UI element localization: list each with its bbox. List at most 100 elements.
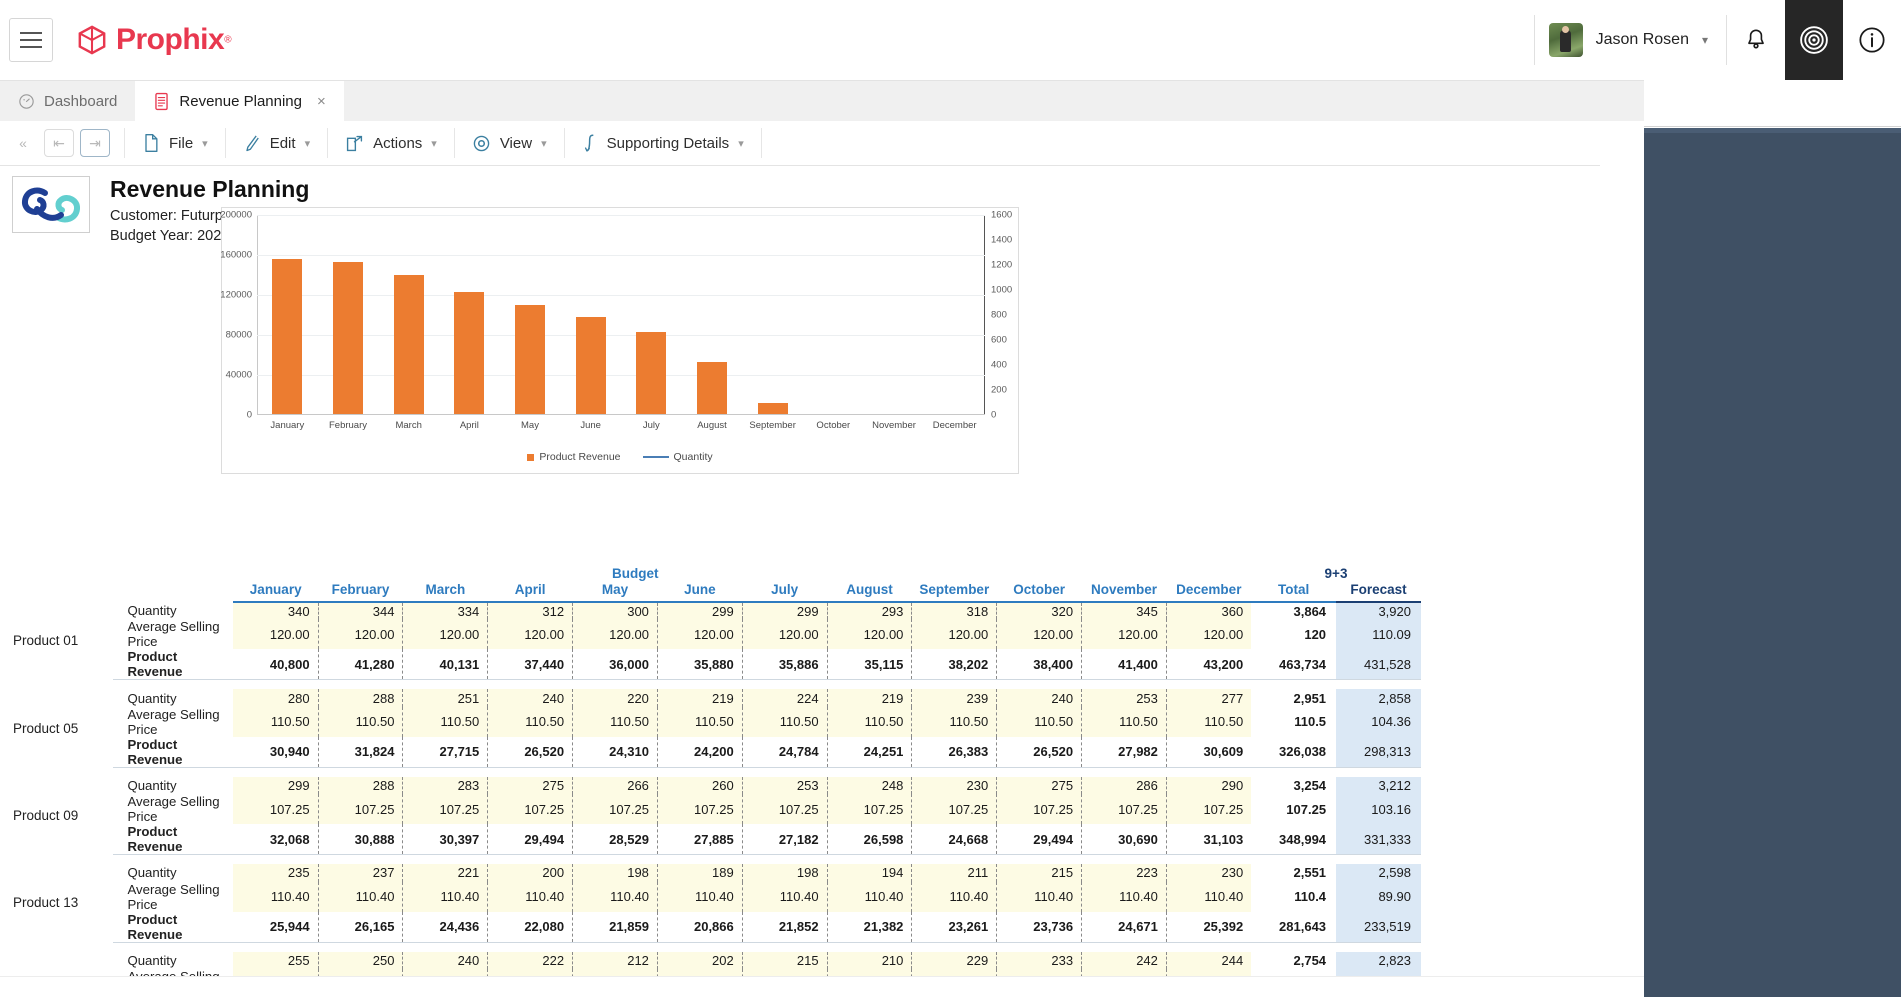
forecast-cell[interactable]: 298,313 [1336, 736, 1421, 767]
cell[interactable]: 120.00 [572, 619, 658, 650]
forecast-cell[interactable]: 431,528 [1336, 649, 1421, 680]
forecast-cell[interactable]: 3,212 [1336, 776, 1421, 795]
cell[interactable]: 110.40 [657, 881, 743, 912]
table-row[interactable]: Product Revenue 30,940 31,824 27,715 26,520 2… [0, 736, 1421, 767]
column-header-february[interactable]: February [318, 566, 403, 603]
cell[interactable]: 110.40 [1081, 881, 1167, 912]
table-row[interactable]: Average Selling Price 107.25 107.25 107.25 1… [0, 794, 1421, 825]
bar[interactable] [636, 332, 667, 414]
cell[interactable]: 120.00 [487, 619, 574, 650]
cell[interactable]: 107.25 [911, 794, 998, 825]
table-row[interactable]: Product Revenue 40,800 41,280 40,131 37,440 3… [0, 649, 1421, 680]
cell[interactable]: 340 [233, 602, 319, 620]
cell[interactable]: 110.50 [572, 706, 658, 737]
previous-page-button[interactable]: ⇤ [44, 129, 74, 157]
collapse-all-button[interactable]: « [8, 129, 38, 157]
cell[interactable]: 107.25 [487, 794, 574, 825]
cell[interactable]: 43,200 [1166, 649, 1251, 679]
cell[interactable]: 24,310 [572, 736, 658, 767]
cell[interactable]: 221 [402, 864, 489, 882]
cell[interactable]: 222 [487, 951, 574, 969]
column-header-june[interactable]: June [657, 566, 743, 603]
cell[interactable]: 110.50 [487, 706, 574, 737]
total-cell[interactable]: 326,038 [1251, 737, 1336, 767]
cell[interactable]: 318 [911, 602, 998, 620]
cell[interactable]: 223 [1081, 864, 1167, 882]
cell[interactable]: 224 [742, 689, 828, 707]
bar[interactable] [575, 316, 606, 414]
cell[interactable]: 110.50 [233, 706, 319, 737]
info-button[interactable] [1843, 0, 1901, 80]
cell[interactable]: 288 [318, 776, 404, 795]
cell[interactable]: 239 [911, 689, 998, 707]
cell[interactable]: 110.50 [742, 706, 828, 737]
cell[interactable]: 107.25 [1166, 794, 1252, 825]
cell[interactable]: 120.00 [996, 619, 1083, 650]
cell[interactable]: 27,182 [742, 824, 828, 855]
bar[interactable] [757, 403, 788, 414]
total-cell[interactable]: 2,951 [1251, 689, 1336, 706]
cell[interactable]: 110.40 [911, 881, 998, 912]
cell[interactable]: 21,852 [742, 911, 828, 942]
cell[interactable]: 110.40 [402, 881, 489, 912]
column-header-march[interactable]: March [402, 566, 488, 603]
cell[interactable]: 29,494 [996, 824, 1083, 855]
cell[interactable]: 240 [487, 689, 574, 707]
cell[interactable]: 283 [402, 776, 489, 795]
menu-edit[interactable]: Edit ▾ [226, 121, 327, 166]
total-cell[interactable]: 3,864 [1251, 602, 1336, 619]
cell[interactable]: 27,715 [402, 736, 489, 767]
cell[interactable]: 360 [1166, 602, 1252, 620]
cell[interactable]: 344 [318, 602, 404, 620]
cell[interactable]: 110.40 [487, 881, 574, 912]
cell[interactable]: 229 [911, 951, 998, 969]
cell[interactable]: 38,202 [911, 649, 998, 680]
total-cell[interactable]: 120 [1251, 619, 1336, 649]
cell[interactable]: 345 [1081, 602, 1167, 620]
total-cell[interactable]: 107.25 [1251, 794, 1336, 824]
cell[interactable]: 30,609 [1166, 737, 1251, 767]
forecast-cell[interactable]: 2,823 [1336, 951, 1421, 969]
forecast-cell[interactable]: 2,858 [1336, 689, 1421, 707]
menu-actions[interactable]: Actions ▾ [328, 121, 454, 166]
menu-file[interactable]: File ▾ [125, 121, 225, 166]
total-cell[interactable]: 110.4 [1251, 882, 1336, 912]
cell[interactable]: 260 [657, 776, 743, 795]
column-header-january[interactable]: January [233, 566, 319, 603]
cell[interactable]: 26,383 [911, 736, 998, 767]
cell[interactable]: 235 [233, 864, 319, 882]
revenue-table[interactable]: Budget 9+3 January February March April May J… [0, 566, 1421, 997]
bar[interactable] [515, 305, 545, 414]
cell[interactable]: 110.50 [1081, 706, 1167, 737]
total-cell[interactable]: 2,754 [1251, 952, 1336, 969]
cell[interactable]: 266 [572, 776, 658, 795]
cell[interactable]: 21,859 [572, 911, 658, 942]
cell[interactable]: 31,824 [318, 736, 404, 767]
notifications-button[interactable] [1727, 0, 1785, 80]
cell[interactable]: 334 [402, 602, 489, 620]
close-icon[interactable]: × [317, 93, 326, 110]
forecast-cell[interactable]: 331,333 [1336, 824, 1421, 855]
bar[interactable] [697, 362, 727, 414]
cell[interactable]: 189 [657, 864, 743, 882]
cell[interactable]: 25,392 [1166, 912, 1251, 942]
cell[interactable]: 36,000 [572, 649, 658, 680]
column-header-september[interactable]: September [911, 566, 997, 603]
cell[interactable]: 40,131 [402, 649, 489, 680]
cell[interactable]: 240 [996, 689, 1083, 707]
cell[interactable]: 253 [742, 776, 828, 795]
cell[interactable]: 110.50 [318, 706, 404, 737]
cell[interactable]: 107.25 [318, 794, 404, 825]
cell[interactable]: 288 [318, 689, 404, 707]
cell[interactable]: 30,690 [1081, 824, 1167, 855]
cell[interactable]: 120.00 [402, 619, 489, 650]
cell[interactable]: 253 [1081, 689, 1167, 707]
table-row[interactable]: Product 13 Quantity 235 237 221 200 198 189 198 1… [0, 864, 1421, 910]
cell[interactable]: 248 [827, 776, 913, 795]
cell[interactable]: 120.00 [1166, 619, 1252, 650]
cell[interactable]: 110.40 [996, 881, 1083, 912]
cell[interactable]: 24,436 [402, 911, 489, 942]
table-row[interactable]: Product 01 Quantity 340 344 334 312 300 299 299 2… [0, 602, 1421, 648]
cell[interactable]: 30,940 [233, 736, 319, 767]
cell[interactable]: 40,800 [233, 649, 319, 680]
